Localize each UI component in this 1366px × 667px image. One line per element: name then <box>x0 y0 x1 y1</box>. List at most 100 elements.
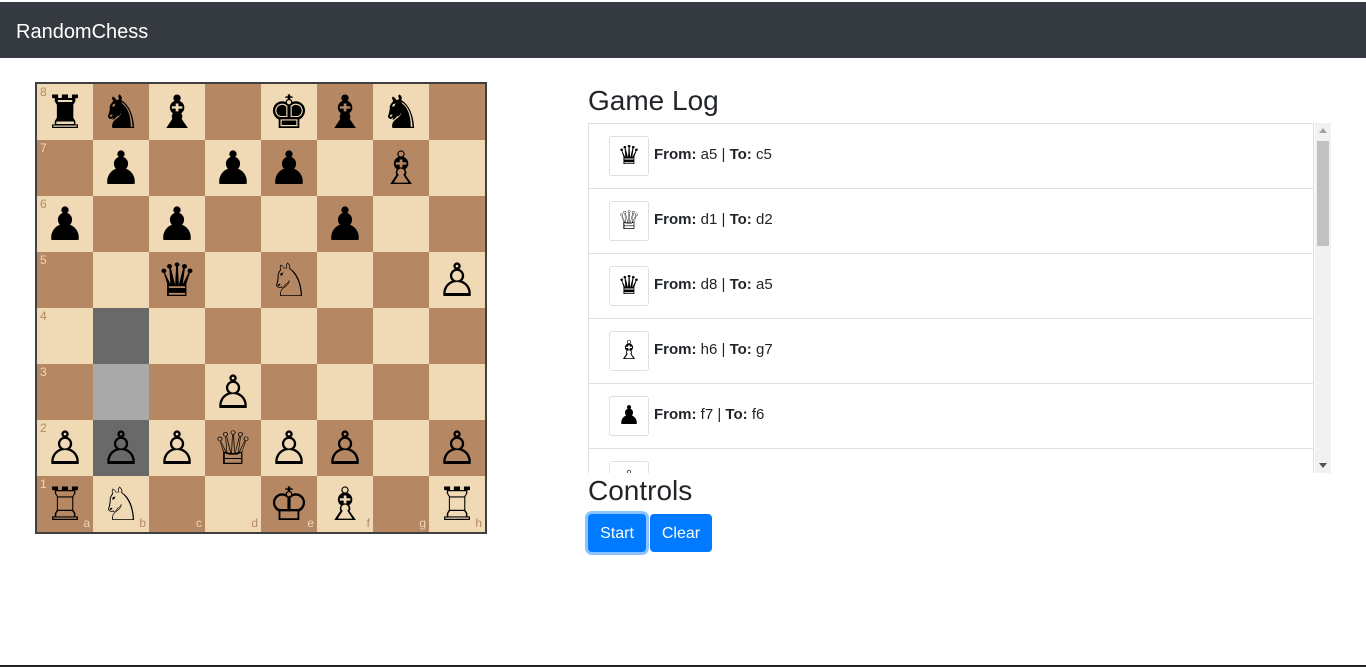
square-g3[interactable] <box>373 364 429 420</box>
square-e1[interactable]: e ♔ <box>261 476 317 532</box>
square-h1[interactable]: h ♖ <box>429 476 485 532</box>
square-g5[interactable] <box>373 252 429 308</box>
white-knight-icon[interactable]: ♘ <box>93 476 149 532</box>
square-g8[interactable]: ♞ <box>373 84 429 140</box>
white-bishop-icon[interactable]: ♗ <box>317 476 373 532</box>
black-pawn-icon[interactable]: ♟ <box>317 196 373 252</box>
square-e6[interactable] <box>261 196 317 252</box>
square-b8[interactable]: ♞ <box>93 84 149 140</box>
black-knight-icon[interactable]: ♞ <box>93 84 149 140</box>
square-d4[interactable] <box>205 308 261 364</box>
square-c6[interactable]: ♟ <box>149 196 205 252</box>
square-c2[interactable]: ♙ <box>149 420 205 476</box>
square-b1[interactable]: b ♘ <box>93 476 149 532</box>
black-queen-icon[interactable]: ♛ <box>149 252 205 308</box>
square-f8[interactable]: ♝ <box>317 84 373 140</box>
square-b6[interactable] <box>93 196 149 252</box>
black-pawn-icon[interactable]: ♟ <box>149 196 205 252</box>
square-e7[interactable]: ♟ <box>261 140 317 196</box>
square-b2[interactable]: ♙ <box>93 420 149 476</box>
square-e3[interactable] <box>261 364 317 420</box>
square-c7[interactable] <box>149 140 205 196</box>
square-d5[interactable] <box>205 252 261 308</box>
square-e5[interactable]: ♘ <box>261 252 317 308</box>
black-pawn-icon[interactable]: ♟ <box>37 196 93 252</box>
square-h4[interactable] <box>429 308 485 364</box>
square-g4[interactable] <box>373 308 429 364</box>
square-f4[interactable] <box>317 308 373 364</box>
square-e4[interactable] <box>261 308 317 364</box>
black-pawn-icon[interactable]: ♟ <box>93 140 149 196</box>
square-c8[interactable]: ♝ <box>149 84 205 140</box>
square-d3[interactable]: ♙ <box>205 364 261 420</box>
square-a8[interactable]: 8 ♜ <box>37 84 93 140</box>
scroll-down-arrow-icon[interactable] <box>1315 457 1331 473</box>
start-button[interactable]: Start <box>588 514 646 552</box>
black-pawn-icon[interactable]: ♟ <box>261 140 317 196</box>
white-king-icon[interactable]: ♔ <box>261 476 317 532</box>
black-bishop-icon[interactable]: ♝ <box>149 84 205 140</box>
black-rook-icon[interactable]: ♜ <box>37 84 93 140</box>
square-d1[interactable]: d <box>205 476 261 532</box>
square-h5[interactable]: ♙ <box>429 252 485 308</box>
square-a5[interactable]: 5 <box>37 252 93 308</box>
square-e8[interactable]: ♚ <box>261 84 317 140</box>
square-d8[interactable] <box>205 84 261 140</box>
square-a7[interactable]: 7 <box>37 140 93 196</box>
square-c4[interactable] <box>149 308 205 364</box>
square-a2[interactable]: 2 ♙ <box>37 420 93 476</box>
square-g6[interactable] <box>373 196 429 252</box>
square-d2[interactable]: ♕ <box>205 420 261 476</box>
white-pawn-icon[interactable]: ♙ <box>261 420 317 476</box>
square-g2[interactable] <box>373 420 429 476</box>
square-f2[interactable]: ♙ <box>317 420 373 476</box>
square-h3[interactable] <box>429 364 485 420</box>
white-pawn-icon[interactable]: ♙ <box>429 420 485 476</box>
white-knight-icon[interactable]: ♘ <box>261 252 317 308</box>
black-king-icon[interactable]: ♚ <box>261 84 317 140</box>
square-c3[interactable] <box>149 364 205 420</box>
square-f6[interactable]: ♟ <box>317 196 373 252</box>
white-pawn-icon[interactable]: ♙ <box>317 420 373 476</box>
square-b7[interactable]: ♟ <box>93 140 149 196</box>
clear-button[interactable]: Clear <box>650 514 712 552</box>
square-d7[interactable]: ♟ <box>205 140 261 196</box>
square-f3[interactable] <box>317 364 373 420</box>
square-g1[interactable]: g <box>373 476 429 532</box>
square-h2[interactable]: ♙ <box>429 420 485 476</box>
square-b3[interactable] <box>93 364 149 420</box>
black-knight-icon[interactable]: ♞ <box>373 84 429 140</box>
square-d6[interactable] <box>205 196 261 252</box>
square-b4[interactable] <box>93 308 149 364</box>
square-h8[interactable] <box>429 84 485 140</box>
square-g7[interactable]: ♗ <box>373 140 429 196</box>
square-a1[interactable]: 1 a ♖ <box>37 476 93 532</box>
square-h7[interactable] <box>429 140 485 196</box>
black-pawn-icon[interactable]: ♟ <box>205 140 261 196</box>
white-pawn-icon[interactable]: ♙ <box>37 420 93 476</box>
black-bishop-icon[interactable]: ♝ <box>317 84 373 140</box>
square-e2[interactable]: ♙ <box>261 420 317 476</box>
square-c5[interactable]: ♛ <box>149 252 205 308</box>
square-h6[interactable] <box>429 196 485 252</box>
scroll-thumb[interactable] <box>1317 141 1329 246</box>
square-f1[interactable]: f ♗ <box>317 476 373 532</box>
white-rook-icon[interactable]: ♖ <box>37 476 93 532</box>
white-pawn-icon[interactable]: ♙ <box>205 364 261 420</box>
square-f7[interactable] <box>317 140 373 196</box>
white-pawn-icon[interactable]: ♙ <box>429 252 485 308</box>
white-pawn-icon[interactable]: ♙ <box>93 420 149 476</box>
white-pawn-icon[interactable]: ♙ <box>149 420 205 476</box>
app-title[interactable]: RandomChess <box>16 21 148 43</box>
square-b5[interactable] <box>93 252 149 308</box>
square-f5[interactable] <box>317 252 373 308</box>
scroll-up-arrow-icon[interactable] <box>1315 123 1331 139</box>
white-rook-icon[interactable]: ♖ <box>429 476 485 532</box>
white-queen-icon[interactable]: ♕ <box>205 420 261 476</box>
square-a3[interactable]: 3 <box>37 364 93 420</box>
white-bishop-icon[interactable]: ♗ <box>373 140 429 196</box>
game-log-scrollbar[interactable] <box>1315 123 1331 473</box>
square-a4[interactable]: 4 <box>37 308 93 364</box>
chessboard[interactable]: 8 ♜ ♞ ♝ ♚ ♝ ♞ 7 ♟ ♟ ♟ ♗ 6 ♟ ♟ ♟ 5 ♛ ♘ ♙ 4 3 ♙ 2 ♙ ♙ ♙ ♕ ♙ ♙ ♙ 1 a ♖ b ♘ c d e ♔… <box>35 82 487 534</box>
square-a6[interactable]: 6 ♟ <box>37 196 93 252</box>
